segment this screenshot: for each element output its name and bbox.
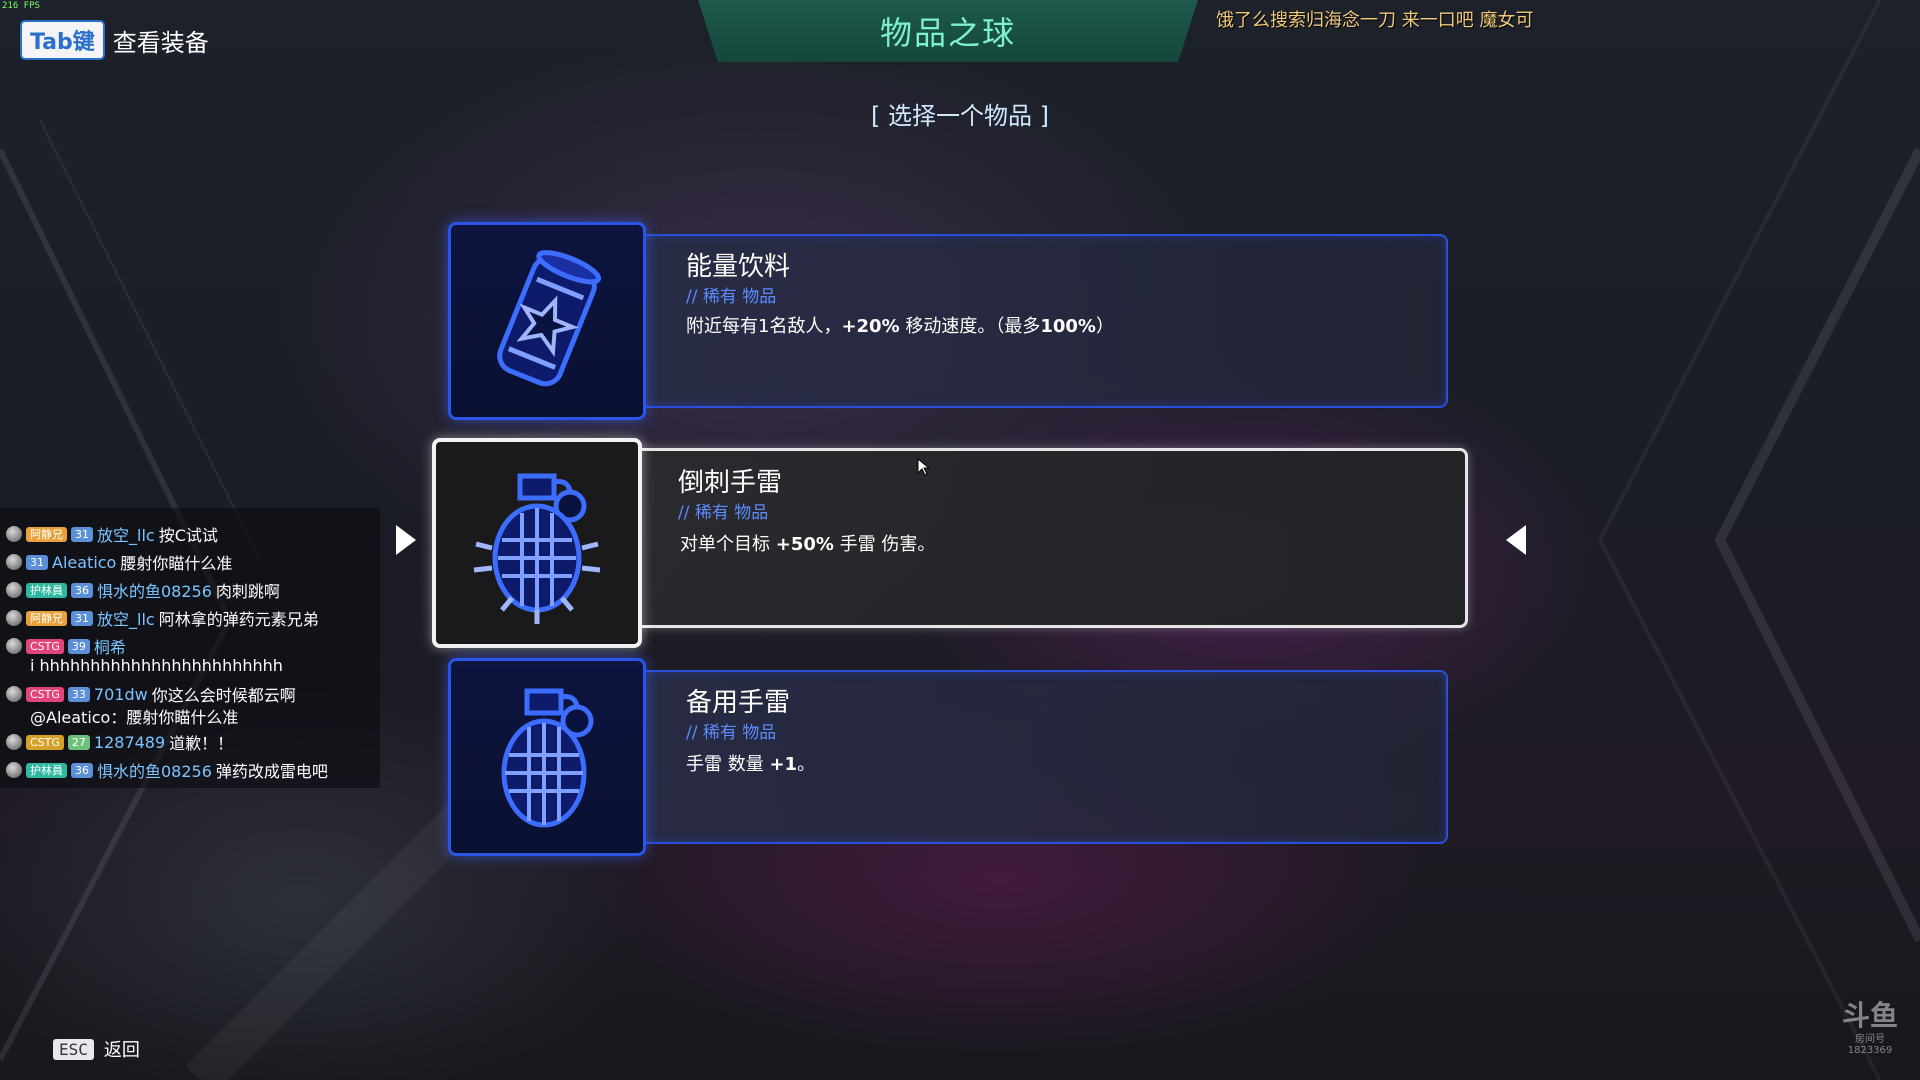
fan-badge: CSTG — [26, 734, 64, 750]
avatar — [6, 526, 22, 542]
item-card-barbed-grenade[interactable]: 倒刺手雷 // 稀有 物品 对单个目标 +50% 手雷 伤害。 — [432, 438, 1488, 648]
spiked-grenade-icon — [473, 473, 601, 624]
chat-text: 腰射你瞄什么准 — [120, 554, 233, 573]
item-card-energy-drink[interactable]: 能量饮料 // 稀有 物品 附近每有1名敌人，+20% 移动速度。（最多100%… — [448, 222, 1472, 422]
selection-arrow-right-icon — [1506, 525, 1526, 555]
fan-badge: 阿静兄 — [26, 526, 67, 542]
fan-badge: CSTG — [26, 686, 64, 702]
item-description: 附近每有1名敌人，+20% 移动速度。（最多100%） — [686, 316, 1114, 337]
item-name: 倒刺手雷 — [678, 468, 783, 498]
stream-chat: 阿静兄 31 放空_llc 按C试试 31 Aleatico 腰射你瞄什么准 护… — [0, 508, 380, 788]
title-banner: 物品之球 — [698, 0, 1198, 62]
fan-badge: 护林員 — [26, 582, 67, 598]
avatar — [6, 638, 22, 654]
chat-text-continued: @Aleatico：腰射你瞄什么准 — [30, 708, 239, 727]
watermark-logo: 斗鱼 — [1842, 999, 1899, 1032]
chat-text-continued: i hhhhhhhhhhhhhhhhhhhhhhhh — [30, 656, 283, 675]
tab-key-badge: Tab键 — [20, 20, 105, 60]
fan-badge: 阿静兄 — [26, 610, 67, 626]
level-badge: 31 — [26, 554, 48, 570]
esc-key-badge: ESC — [53, 1038, 94, 1060]
chat-message: 阿静兄 31 放空_llc 按C试试 — [6, 522, 218, 546]
item-name: 备用手雷 — [686, 688, 791, 718]
back-label: 返回 — [103, 1040, 140, 1061]
chat-username: 放空_llc — [97, 526, 155, 545]
chat-message: CSTG 33 701dw 你这么会时候都云啊 — [6, 682, 296, 706]
chat-message: 31 Aleatico 腰射你瞄什么准 — [6, 550, 232, 574]
level-badge: 33 — [67, 686, 90, 702]
chat-text: 按C试试 — [158, 526, 218, 545]
chat-message: 阿静兄 31 放空_llc 阿林拿的弹药元素兄弟 — [6, 606, 319, 630]
chat-message: 护林員 36 惧水的鱼08256 弹药改成雷电吧 — [6, 758, 328, 782]
stream-marquee: 饿了么搜索归海念一刀 来一口吧 魔女可 — [1216, 10, 1534, 31]
chat-username: 惧水的鱼08256 — [97, 582, 212, 601]
item-description: 对单个目标 +50% 手雷 伤害。 — [680, 534, 936, 555]
chat-username: 桐希 — [93, 638, 126, 657]
mouse-cursor-icon — [917, 458, 931, 476]
chat-text: 你这么会时候都云啊 — [151, 686, 296, 705]
chat-message: CSTG 39 桐希 — [6, 634, 126, 658]
item-rarity: // 稀有 物品 — [686, 287, 777, 307]
avatar — [6, 582, 22, 598]
avatar — [6, 554, 22, 570]
chat-message: 护林員 36 惧水的鱼08256 肉刺跳啊 — [6, 578, 280, 602]
select-prompt: [ 选择一个物品 ] — [871, 102, 1049, 130]
tab-hint[interactable]: Tab键 查看装备 — [20, 20, 209, 60]
level-badge: 39 — [67, 638, 90, 654]
fps-counter: 216 FPS — [2, 1, 40, 11]
chat-message: CSTG 27 1287489 道歉！！ — [6, 730, 233, 754]
item-rarity: // 稀有 物品 — [686, 723, 777, 743]
item-rarity: // 稀有 物品 — [678, 503, 769, 523]
chat-text: 弹药改成雷电吧 — [215, 762, 328, 781]
item-icon-box — [448, 658, 646, 856]
fan-badge: CSTG — [26, 638, 64, 654]
item-name: 能量饮料 — [686, 252, 791, 282]
chat-text: 肉刺跳啊 — [215, 582, 280, 601]
fan-badge: 护林員 — [26, 762, 67, 778]
level-badge: 27 — [67, 734, 90, 750]
douyu-watermark: 斗鱼 房间号 1823369 — [1842, 999, 1899, 1057]
level-badge: 31 — [71, 526, 93, 542]
avatar — [6, 610, 22, 626]
watermark-room: 1823369 — [1847, 1045, 1893, 1056]
selection-arrow-left-icon — [396, 525, 416, 555]
avatar — [6, 762, 22, 778]
game-screen: 216 FPS Tab键 查看装备 物品之球 饿了么搜索归海念一刀 来一口吧 魔… — [0, 0, 1920, 1080]
view-equipment-label: 查看装备 — [112, 28, 209, 57]
item-icon-box — [448, 222, 646, 420]
energy-drink-icon — [497, 250, 602, 387]
level-badge: 36 — [71, 762, 93, 778]
chat-username: 惧水的鱼08256 — [97, 762, 212, 781]
chat-username: 放空_llc — [97, 610, 155, 629]
chat-username: 1287489 — [93, 732, 166, 752]
chat-text: 道歉！！ — [169, 734, 234, 753]
item-icon-box — [432, 438, 642, 648]
item-description: 手雷 数量 +1。 — [686, 754, 816, 775]
item-card-spare-grenade[interactable]: 备用手雷 // 稀有 物品 手雷 数量 +1。 — [448, 658, 1472, 858]
back-button[interactable]: ESC 返回 — [53, 1036, 140, 1062]
avatar — [6, 734, 22, 750]
page-title: 物品之球 — [879, 14, 1016, 52]
avatar — [6, 686, 22, 702]
chat-username: 701dw — [93, 684, 148, 704]
level-badge: 36 — [71, 582, 93, 598]
watermark-sub: 房间号 — [1855, 1034, 1885, 1045]
grenade-icon — [501, 688, 594, 828]
chat-text: 阿林拿的弹药元素兄弟 — [158, 610, 319, 629]
level-badge: 31 — [71, 610, 93, 626]
chat-username: Aleatico — [52, 552, 117, 572]
